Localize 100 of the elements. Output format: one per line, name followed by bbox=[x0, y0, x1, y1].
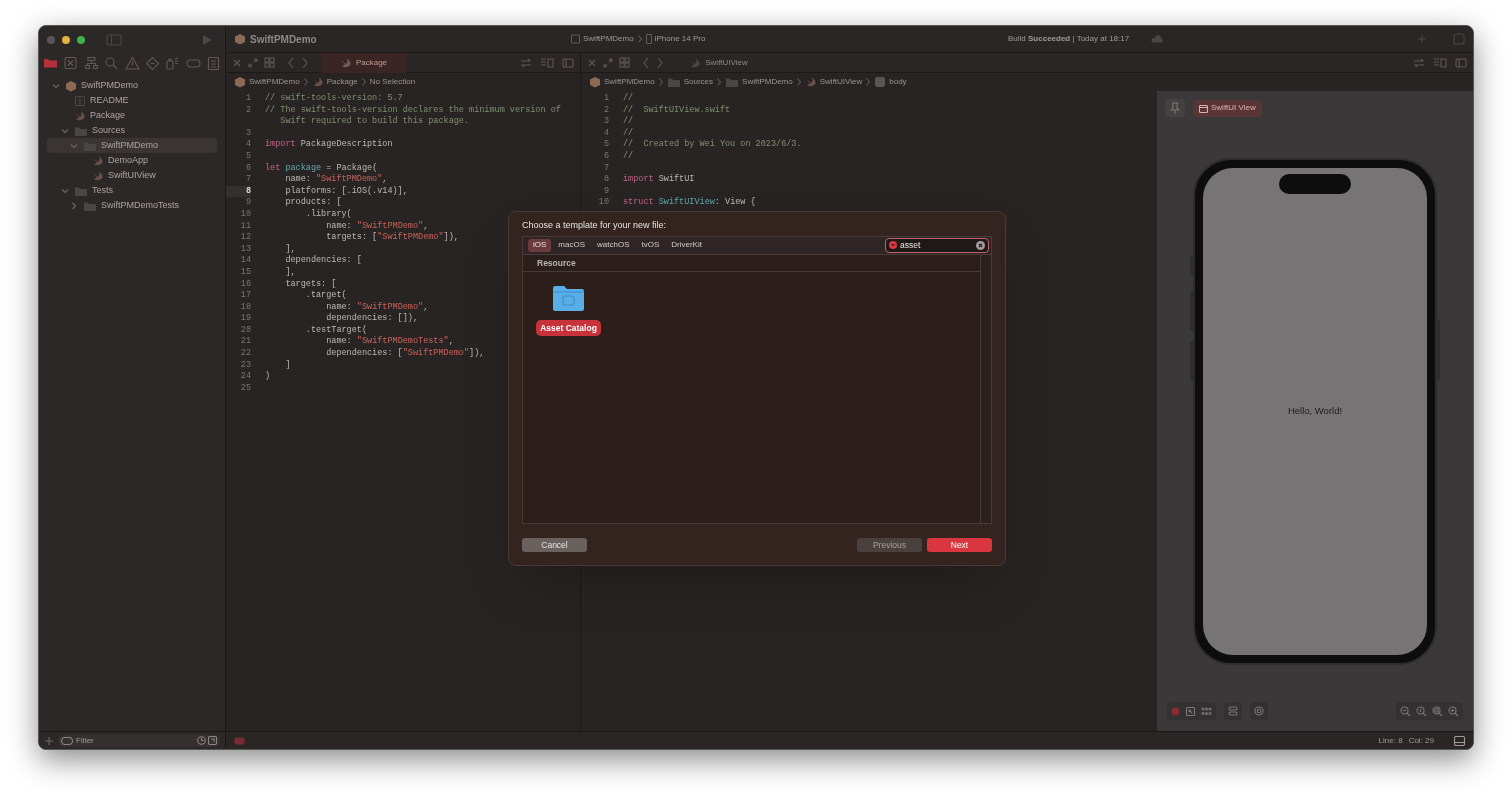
expand-icon[interactable] bbox=[248, 57, 258, 68]
item-label: Package bbox=[90, 108, 126, 122]
zoom-out-icon[interactable] bbox=[1400, 705, 1411, 717]
platform-tab[interactable]: iOS bbox=[528, 238, 552, 252]
record-icon[interactable] bbox=[1171, 706, 1180, 716]
platform-tab[interactable]: macOS bbox=[553, 238, 590, 252]
line-number: 10 bbox=[239, 208, 251, 221]
chevron-right-icon bbox=[657, 77, 664, 87]
editor-tab[interactable]: Package bbox=[321, 52, 406, 73]
plus-icon[interactable] bbox=[44, 735, 54, 746]
box-icon bbox=[571, 34, 580, 44]
next-button[interactable]: Next bbox=[927, 538, 992, 552]
code-line: .target( bbox=[304, 290, 347, 302]
split-icon[interactable] bbox=[1455, 57, 1467, 68]
editor-tab[interactable]: SwiftUIView bbox=[676, 52, 761, 73]
breadcrumb-item[interactable]: SwiftUIView bbox=[819, 76, 863, 88]
lines-icon[interactable] bbox=[540, 57, 554, 68]
chevron-right-icon[interactable] bbox=[69, 200, 79, 211]
library-icon[interactable] bbox=[1453, 33, 1465, 45]
pin-button[interactable] bbox=[1165, 99, 1185, 117]
navigator-row[interactable]: SwiftPMDemoTests bbox=[47, 198, 217, 213]
spray-icon[interactable] bbox=[165, 55, 181, 71]
swap-icon[interactable] bbox=[1413, 57, 1425, 68]
zoom-fit-icon[interactable] bbox=[1432, 705, 1443, 717]
list-icon[interactable] bbox=[206, 55, 221, 71]
cancel-button[interactable]: Cancel bbox=[522, 538, 587, 552]
zoom-window-button[interactable] bbox=[77, 35, 85, 44]
expand-icon[interactable] bbox=[603, 57, 613, 68]
navigator-row[interactable]: Sources bbox=[47, 123, 217, 138]
forward-icon[interactable] bbox=[301, 56, 309, 69]
line-number: 3 bbox=[602, 116, 609, 128]
sliders-icon[interactable] bbox=[1228, 706, 1238, 716]
clock-icon[interactable] bbox=[197, 736, 206, 745]
forward-icon[interactable] bbox=[656, 56, 664, 69]
breadcrumb-item[interactable]: Sources bbox=[683, 76, 714, 88]
breadcrumb-item[interactable]: Package bbox=[326, 76, 358, 88]
code-line: // SwiftUIView.swift bbox=[623, 104, 731, 116]
diamond-icon[interactable] bbox=[144, 55, 160, 71]
breadcrumb-item[interactable]: body bbox=[889, 76, 907, 88]
target-icon[interactable] bbox=[1254, 706, 1264, 716]
filter-field[interactable]: Filter bbox=[58, 734, 220, 747]
panel-icon[interactable] bbox=[1454, 735, 1465, 746]
close-icon[interactable] bbox=[587, 57, 597, 68]
sidebar-icon[interactable] bbox=[106, 33, 122, 46]
preview-chip[interactable]: SwiftUI View bbox=[1193, 99, 1262, 117]
square-icon[interactable] bbox=[208, 736, 217, 745]
tab-label: Package bbox=[355, 56, 388, 69]
line-number: 2 bbox=[602, 104, 609, 117]
navigator-row[interactable]: SwiftPMDemo bbox=[47, 78, 217, 93]
clear-icon[interactable] bbox=[976, 240, 985, 250]
line-number: 2 bbox=[244, 104, 251, 117]
grid-icon[interactable] bbox=[619, 57, 630, 68]
close-icon[interactable] bbox=[232, 57, 242, 68]
template-item[interactable]: Asset Catalog bbox=[536, 319, 601, 336]
search-field[interactable]: asset bbox=[885, 237, 989, 253]
lines-icon[interactable] bbox=[1433, 57, 1447, 68]
chevron-right-icon bbox=[302, 77, 309, 87]
code-line: Swift required to build this package. bbox=[279, 116, 470, 128]
search-icon[interactable] bbox=[104, 55, 120, 71]
item-label: SwiftPMDemoTests bbox=[101, 198, 180, 212]
cloud-icon[interactable] bbox=[1151, 35, 1163, 43]
split-icon[interactable] bbox=[562, 57, 574, 68]
line-number: 5 bbox=[244, 150, 251, 163]
navigator-row[interactable]: SwiftUIView bbox=[47, 168, 217, 183]
platform-tab[interactable]: DriverKit bbox=[666, 238, 707, 252]
navigator-row[interactable]: Package bbox=[47, 108, 217, 123]
grid-icon[interactable] bbox=[1201, 706, 1212, 716]
grid-icon[interactable] bbox=[264, 57, 275, 68]
breadcrumb-item[interactable]: SwiftPMDemo bbox=[604, 76, 655, 88]
breadcrumb-item[interactable]: SwiftPMDemo bbox=[249, 76, 300, 88]
navigator-row[interactable]: DemoApp bbox=[47, 153, 217, 168]
zoom-in-icon[interactable] bbox=[1448, 705, 1459, 717]
select-icon[interactable] bbox=[1186, 706, 1195, 716]
warning-icon[interactable] bbox=[124, 55, 140, 71]
platform-tab[interactable]: watchOS bbox=[592, 238, 635, 252]
play-icon[interactable] bbox=[201, 33, 213, 46]
navigator-row[interactable]: Tests bbox=[47, 183, 217, 198]
hierarchy-icon[interactable] bbox=[83, 55, 99, 71]
zoom-actual-icon[interactable] bbox=[1416, 705, 1427, 717]
x-square-icon[interactable] bbox=[63, 55, 79, 71]
close-window-button[interactable] bbox=[47, 35, 55, 44]
navigator-row[interactable]: README bbox=[47, 93, 217, 108]
device-name: iPhone 14 Pro bbox=[654, 33, 706, 45]
breadcrumb-item[interactable]: No Selection bbox=[369, 76, 416, 88]
scheme-selector[interactable]: SwiftPMDemo iPhone 14 Pro bbox=[571, 33, 1008, 45]
plus-icon[interactable] bbox=[1417, 34, 1427, 44]
navigator-row[interactable]: SwiftPMDemo bbox=[47, 138, 217, 153]
back-icon[interactable] bbox=[287, 56, 295, 69]
platform-tab[interactable]: tvOS bbox=[636, 238, 665, 252]
debug-area-icon[interactable] bbox=[234, 736, 245, 745]
back-icon[interactable] bbox=[642, 56, 650, 69]
item-label: SwiftUIView bbox=[108, 168, 156, 182]
line-number: 1 bbox=[244, 93, 251, 105]
swap-icon[interactable] bbox=[520, 57, 532, 68]
item-label: DemoApp bbox=[108, 153, 149, 167]
chevron-right-icon bbox=[865, 77, 872, 87]
line-number: 7 bbox=[244, 174, 251, 186]
code-line: .testTarget( bbox=[304, 324, 368, 336]
minimize-window-button[interactable] bbox=[62, 35, 70, 44]
breadcrumb-item[interactable]: SwiftPMDemo bbox=[742, 76, 793, 88]
